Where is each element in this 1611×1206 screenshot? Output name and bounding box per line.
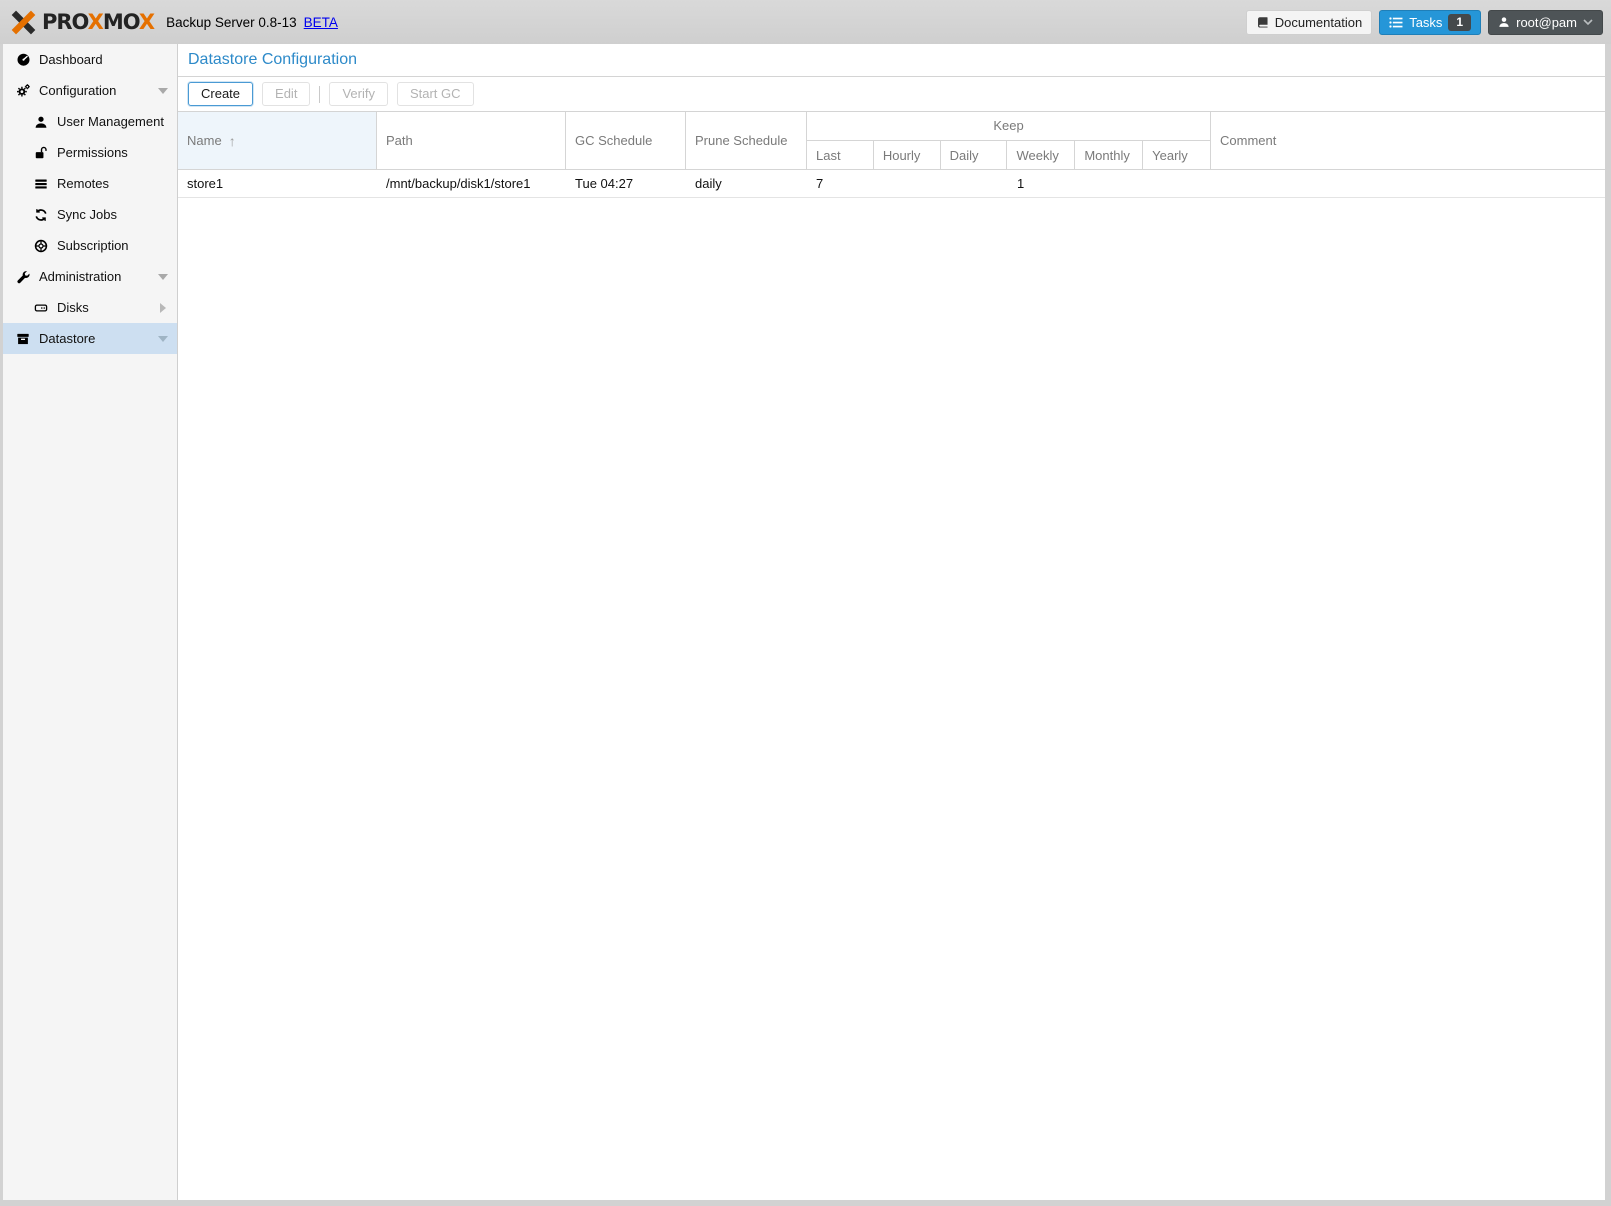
cell-keep-weekly: 1 [1008,176,1076,191]
product-version: Backup Server 0.8-13 [166,15,297,30]
user-icon [33,114,49,130]
column-group-keep: Keep Last Hourly Daily Weekly Monthly Ye… [807,112,1211,169]
content-panel: Datastore Configuration Create Edit Veri… [178,44,1605,1200]
create-button[interactable]: Create [188,82,253,106]
sidebar-item-remotes[interactable]: Remotes [3,168,177,199]
chevron-down-icon [1583,19,1593,26]
tasks-count-badge: 1 [1448,14,1471,31]
toolbar: Create Edit Verify Start GC [178,77,1605,112]
proxmox-x-icon [10,9,37,36]
topbar: PROXMOX Backup Server 0.8-13 BETA Docume… [0,0,1611,44]
column-header-keep-yearly[interactable]: Yearly [1143,141,1210,169]
sidebar-item-disks[interactable]: Disks [3,292,177,323]
gears-icon [15,83,31,99]
unlock-icon [33,145,49,161]
column-header-keep: Keep [807,112,1210,141]
archive-icon [15,331,31,347]
proxmox-logo: PROXMOX [10,9,154,36]
task-list-icon [1389,16,1403,29]
column-header-keep-monthly[interactable]: Monthly [1075,141,1143,169]
sidebar-item-sync-jobs[interactable]: Sync Jobs [3,199,177,230]
toolbar-separator [319,86,320,103]
sidebar: Dashboard Configuration User Management [3,44,178,1200]
sidebar-item-user-management[interactable]: User Management [3,106,177,137]
list-rows-icon [33,176,49,192]
edit-button: Edit [262,82,310,106]
user-icon [1498,16,1510,28]
column-header-comment[interactable]: Comment [1211,112,1605,169]
app-frame: Dashboard Configuration User Management [3,44,1605,1200]
column-header-keep-weekly[interactable]: Weekly [1007,141,1075,169]
column-header-gc-schedule[interactable]: GC Schedule [566,112,686,169]
sidebar-item-subscription[interactable]: Subscription [3,230,177,261]
sidebar-item-configuration[interactable]: Configuration [3,75,177,106]
sidebar-item-permissions[interactable]: Permissions [3,137,177,168]
user-menu-button[interactable]: root@pam [1488,10,1603,35]
sidebar-item-administration[interactable]: Administration [3,261,177,292]
documentation-button[interactable]: Documentation [1246,10,1372,35]
column-header-keep-last[interactable]: Last [807,141,874,169]
cell-keep-last: 7 [807,176,874,191]
page-title: Datastore Configuration [188,51,357,69]
content-titlebar: Datastore Configuration [178,44,1605,77]
cell-path: /mnt/backup/disk1/store1 [377,176,566,191]
sidebar-item-datastore[interactable]: Datastore [3,323,177,354]
collapse-arrow-icon[interactable] [157,336,169,342]
tasks-button[interactable]: Tasks 1 [1379,10,1481,35]
cell-gc-schedule: Tue 04:27 [566,176,686,191]
beta-link[interactable]: BETA [304,15,338,30]
verify-button: Verify [329,82,388,106]
sort-ascending-icon: ↑ [229,133,236,149]
expand-arrow-icon[interactable] [157,303,169,313]
life-ring-icon [33,238,49,254]
collapse-arrow-icon[interactable] [157,88,169,94]
column-header-path[interactable]: Path [377,112,566,169]
table-row[interactable]: store1 /mnt/backup/disk1/store1 Tue 04:2… [178,170,1605,198]
collapse-arrow-icon[interactable] [157,274,169,280]
sidebar-item-dashboard[interactable]: Dashboard [3,44,177,75]
cell-prune-schedule: daily [686,176,807,191]
column-header-keep-daily[interactable]: Daily [941,141,1008,169]
start-gc-button: Start GC [397,82,474,106]
keep-subheader-row: Last Hourly Daily Weekly Monthly Yearly [807,141,1210,169]
column-header-name[interactable]: Name ↑ [178,112,377,169]
hdd-icon [33,300,49,316]
column-header-keep-hourly[interactable]: Hourly [874,141,941,169]
gauge-icon [15,52,31,68]
cell-name: store1 [178,176,377,191]
proxmox-wordmark: PROXMOX [42,10,154,34]
column-header-prune-schedule[interactable]: Prune Schedule [686,112,807,169]
table-header: Name ↑ Path GC Schedule Prune Schedule K… [178,112,1605,170]
book-icon [1256,16,1269,29]
wrench-icon [15,269,31,285]
sync-icon [33,207,49,223]
